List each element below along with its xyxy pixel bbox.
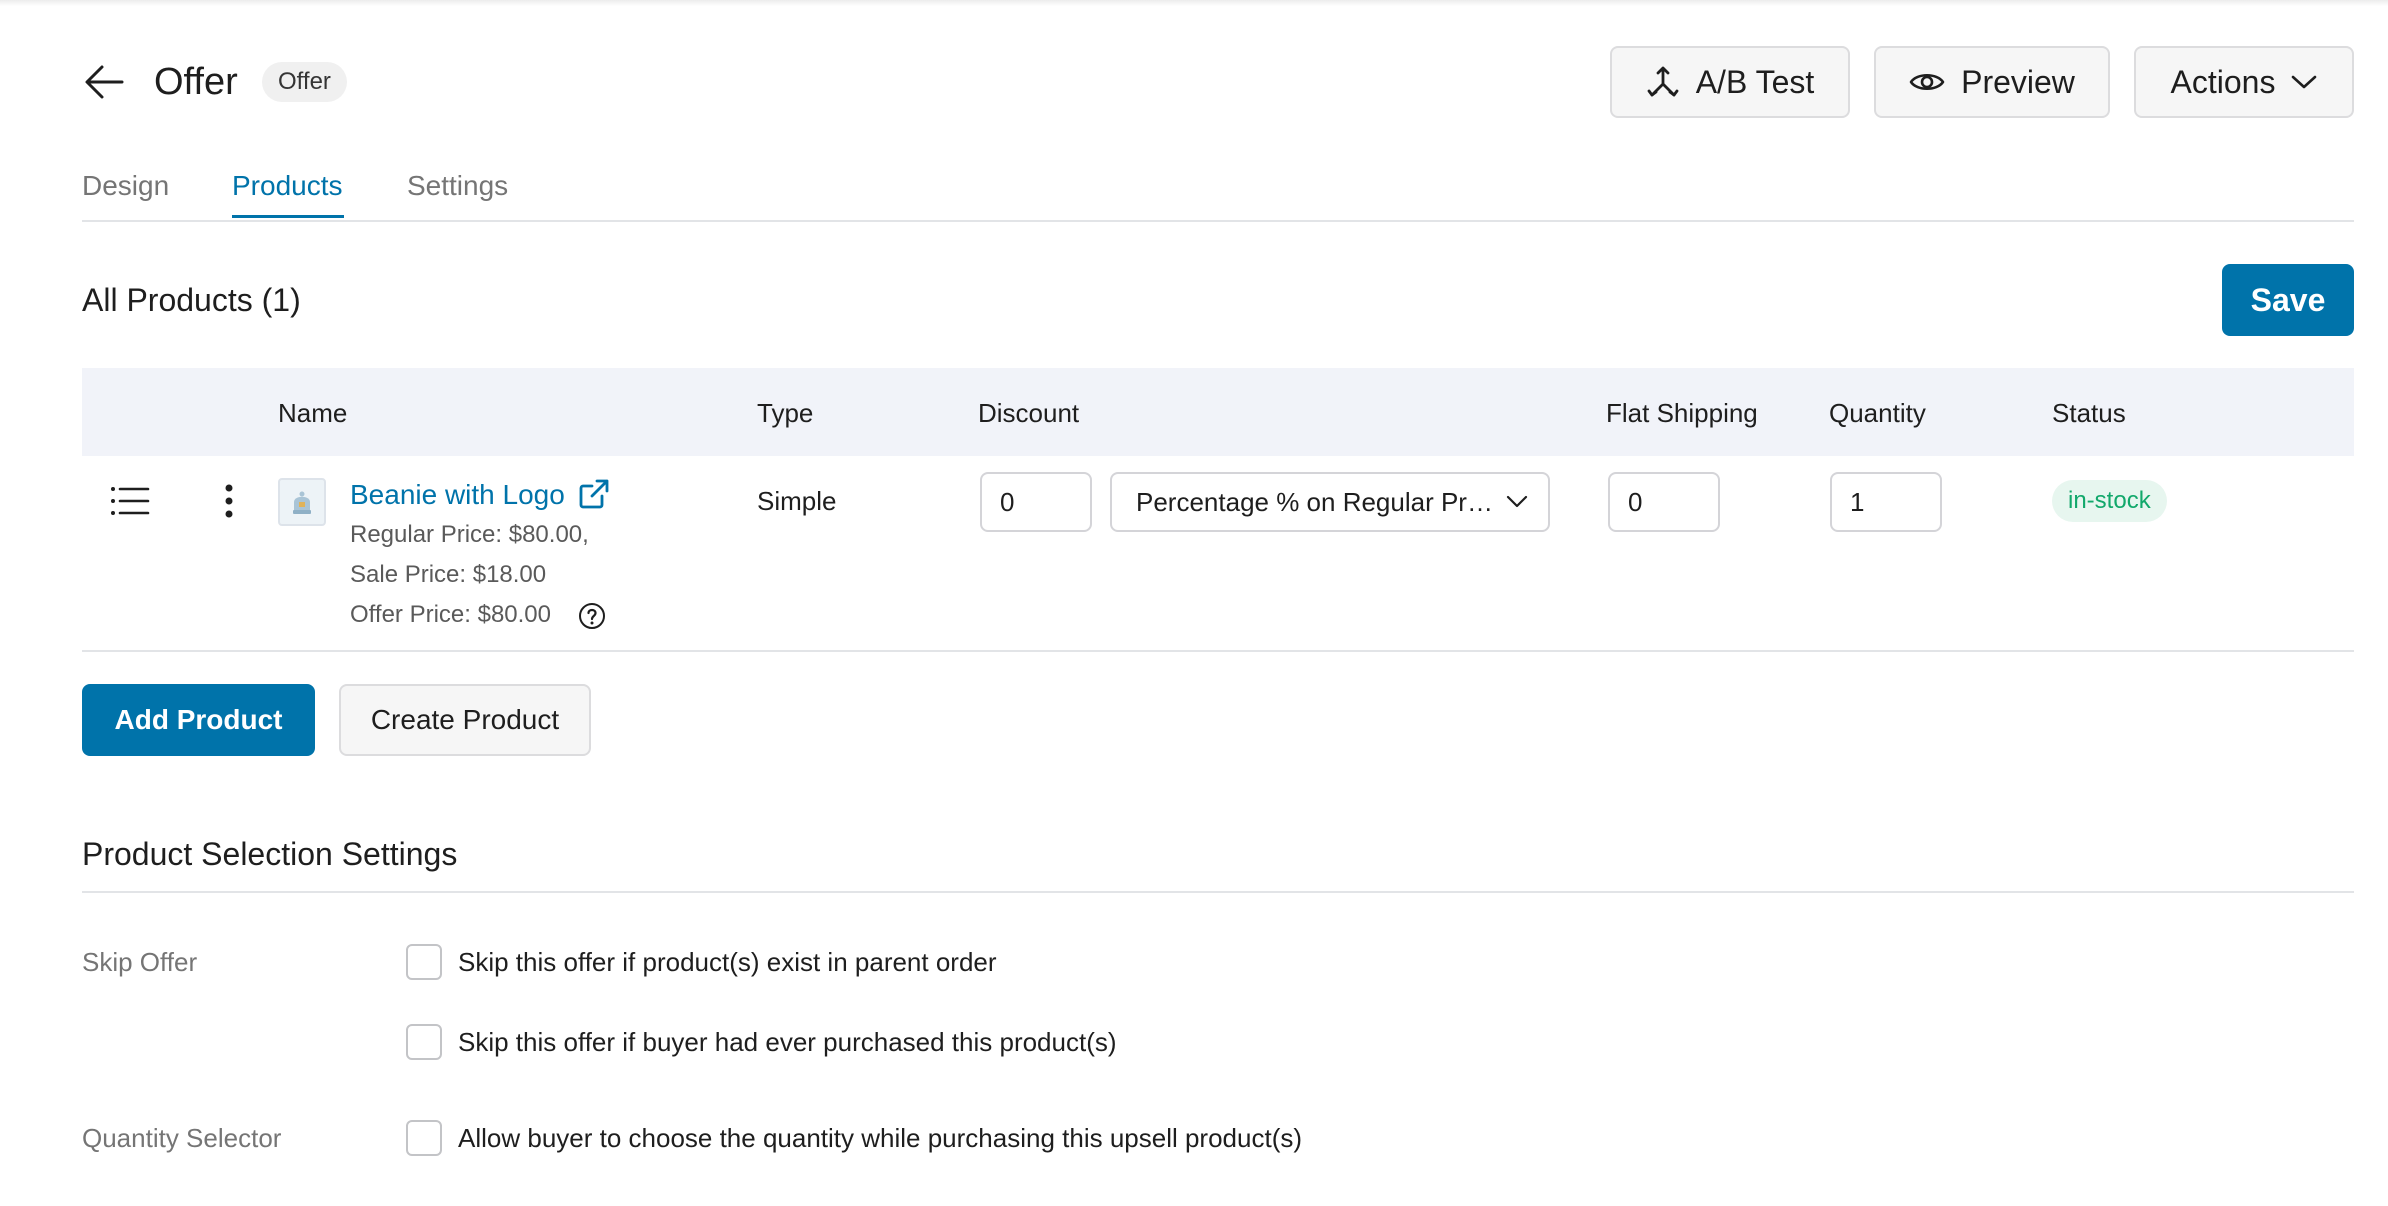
skip-if-ever-purchased-checkbox[interactable] xyxy=(406,1024,442,1060)
discount-input[interactable] xyxy=(980,472,1092,532)
offer-price: Offer Price: $80.00 xyxy=(350,601,551,628)
skip-if-ever-purchased-label[interactable]: Skip this offer if buyer had ever purcha… xyxy=(458,1026,1117,1058)
column-header-name: Name xyxy=(278,398,348,428)
active-tab-indicator xyxy=(232,215,344,218)
external-link-icon[interactable] xyxy=(578,478,610,510)
back-arrow-icon[interactable] xyxy=(82,62,126,102)
discount-type-value: Percentage % on Regular Price xyxy=(1136,487,1496,517)
product-type: Simple xyxy=(757,486,837,516)
skip-offer-label: Skip Offer xyxy=(82,947,198,977)
ab-test-label: A/B Test xyxy=(1695,63,1815,100)
status-badge: in-stock xyxy=(2052,480,2167,522)
column-header-flat-shipping: Flat Shipping xyxy=(1606,398,1758,428)
ab-test-split-icon xyxy=(1647,66,1679,97)
product-thumbnail-icon xyxy=(293,491,311,514)
kebab-menu-icon[interactable] xyxy=(222,484,236,518)
products-section-title: All Products (1) xyxy=(82,282,301,318)
tabs-divider xyxy=(82,220,2354,222)
column-header-quantity: Quantity xyxy=(1829,398,1926,428)
page-title: Offer xyxy=(154,61,238,103)
selection-settings-divider xyxy=(82,891,2354,893)
product-name-link[interactable]: Beanie with Logo xyxy=(350,478,565,512)
allow-quantity-choice-checkbox[interactable] xyxy=(406,1120,442,1156)
create-product-button[interactable]: Create Product xyxy=(339,684,591,756)
ab-test-button[interactable]: A/B Test xyxy=(1610,46,1850,118)
title-badge: Offer xyxy=(262,62,347,102)
actions-label: Actions xyxy=(2170,63,2276,100)
discount-type-select[interactable]: Percentage % on Regular Price xyxy=(1110,472,1550,532)
column-header-discount: Discount xyxy=(978,398,1080,428)
column-header-type: Type xyxy=(757,398,814,428)
tab-settings[interactable]: Settings xyxy=(407,168,508,204)
row-divider xyxy=(82,650,2354,652)
preview-label: Preview xyxy=(1961,63,2075,100)
table-header xyxy=(82,368,2354,456)
selection-settings-title: Product Selection Settings xyxy=(82,836,458,872)
skip-if-in-parent-order-checkbox[interactable] xyxy=(406,944,442,980)
tab-design[interactable]: Design xyxy=(82,168,169,204)
tab-products[interactable]: Products xyxy=(232,168,343,204)
skip-if-in-parent-order-label[interactable]: Skip this offer if product(s) exist in p… xyxy=(458,946,997,978)
add-product-button[interactable]: Add Product xyxy=(82,684,315,756)
save-button[interactable]: Save xyxy=(2222,264,2354,336)
help-icon[interactable] xyxy=(578,602,606,630)
flat-shipping-input[interactable] xyxy=(1608,472,1720,532)
allow-quantity-choice-label[interactable]: Allow buyer to choose the quantity while… xyxy=(458,1122,1302,1154)
actions-dropdown-button[interactable]: Actions xyxy=(2134,46,2354,118)
quantity-selector-label: Quantity Selector xyxy=(82,1123,282,1153)
quantity-input[interactable] xyxy=(1830,472,1942,532)
sale-price: Sale Price: $18.00 xyxy=(350,561,547,588)
top-shadow xyxy=(0,0,2388,6)
chevron-down-icon xyxy=(2292,75,2317,89)
eye-icon xyxy=(1909,73,1945,91)
drag-handle-icon[interactable] xyxy=(110,486,150,516)
column-header-status: Status xyxy=(2052,398,2126,428)
product-thumbnail xyxy=(278,478,326,526)
regular-price: Regular Price: $80.00, xyxy=(350,521,589,548)
preview-button[interactable]: Preview xyxy=(1874,46,2110,118)
chevron-down-icon xyxy=(1506,495,1528,508)
